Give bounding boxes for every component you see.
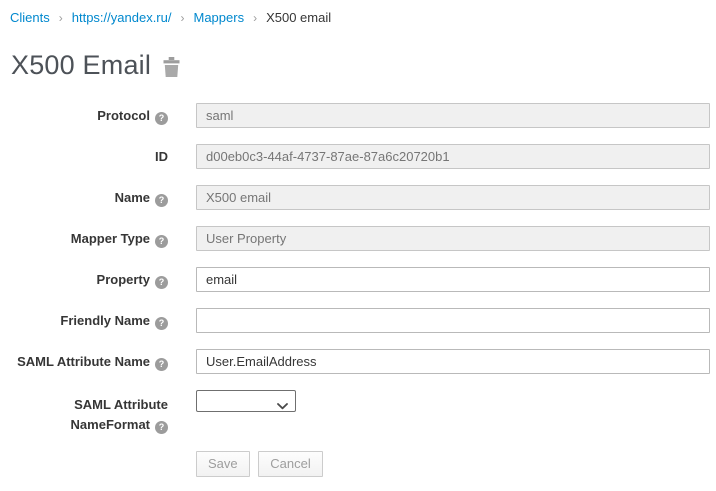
- property-label-text: Property: [97, 272, 150, 287]
- help-icon[interactable]: ?: [155, 112, 168, 125]
- mapper-type-label-text: Mapper Type: [71, 231, 150, 246]
- breadcrumb-separator-icon: ›: [59, 11, 63, 25]
- form-row-saml-attribute-nameformat: SAML Attribute NameFormat?: [10, 390, 710, 435]
- help-icon[interactable]: ?: [155, 276, 168, 289]
- form-row-id: ID: [10, 144, 710, 169]
- help-icon[interactable]: ?: [155, 421, 168, 434]
- saml-attribute-nameformat-select[interactable]: [196, 390, 296, 412]
- form-row-protocol: Protocol?: [10, 103, 710, 128]
- name-label-text: Name: [115, 190, 150, 205]
- cancel-button[interactable]: Cancel: [258, 451, 322, 477]
- help-icon[interactable]: ?: [155, 194, 168, 207]
- breadcrumb-link-client[interactable]: https://yandex.ru/: [72, 10, 172, 25]
- mapper-detail-page: Clients › https://yandex.ru/ › Mappers › X500 …: [0, 0, 716, 477]
- name-input: [196, 185, 710, 210]
- help-icon[interactable]: ?: [155, 358, 168, 371]
- friendly-name-input[interactable]: [196, 308, 710, 333]
- form-row-friendly-name: Friendly Name?: [10, 308, 710, 333]
- form-actions: Save Cancel: [196, 451, 710, 477]
- help-icon[interactable]: ?: [155, 235, 168, 248]
- breadcrumb-link-mappers[interactable]: Mappers: [193, 10, 244, 25]
- name-label: Name?: [10, 185, 196, 210]
- protocol-input: [196, 103, 710, 128]
- property-label: Property?: [10, 267, 196, 292]
- page-title: X500 Email: [11, 50, 151, 81]
- id-label-text: ID: [155, 149, 168, 164]
- property-input[interactable]: [196, 267, 710, 292]
- delete-mapper-button[interactable]: [163, 54, 180, 77]
- breadcrumb-separator-icon: ›: [180, 11, 184, 25]
- breadcrumb: Clients › https://yandex.ru/ › Mappers › X500 …: [10, 8, 710, 25]
- form-row-mapper-type: Mapper Type?: [10, 226, 710, 251]
- mapper-type-label: Mapper Type?: [10, 226, 196, 251]
- protocol-label: Protocol?: [10, 103, 196, 128]
- mapper-form: Protocol? ID Name? Mapper Type? Property…: [10, 103, 710, 477]
- breadcrumb-current: X500 email: [266, 10, 331, 25]
- friendly-name-label-text: Friendly Name: [60, 313, 150, 328]
- saml-attribute-nameformat-label-line2: NameFormat?: [10, 415, 168, 435]
- breadcrumb-link-clients[interactable]: Clients: [10, 10, 50, 25]
- form-row-property: Property?: [10, 267, 710, 292]
- form-row-name: Name?: [10, 185, 710, 210]
- saml-attribute-nameformat-label: SAML Attribute NameFormat?: [10, 390, 196, 435]
- help-icon[interactable]: ?: [155, 317, 168, 330]
- friendly-name-label: Friendly Name?: [10, 308, 196, 333]
- mapper-type-input: [196, 226, 710, 251]
- saml-attribute-name-label: SAML Attribute Name?: [10, 349, 196, 374]
- id-input: [196, 144, 710, 169]
- saml-attribute-nameformat-label-line1: SAML Attribute: [10, 395, 168, 415]
- trash-icon: [163, 57, 180, 77]
- form-row-saml-attribute-name: SAML Attribute Name?: [10, 349, 710, 374]
- protocol-label-text: Protocol: [97, 108, 150, 123]
- save-button[interactable]: Save: [196, 451, 250, 477]
- saml-attribute-name-label-text: SAML Attribute Name: [17, 354, 150, 369]
- id-label: ID: [10, 144, 196, 169]
- breadcrumb-separator-icon: ›: [253, 11, 257, 25]
- saml-attribute-name-input[interactable]: [196, 349, 710, 374]
